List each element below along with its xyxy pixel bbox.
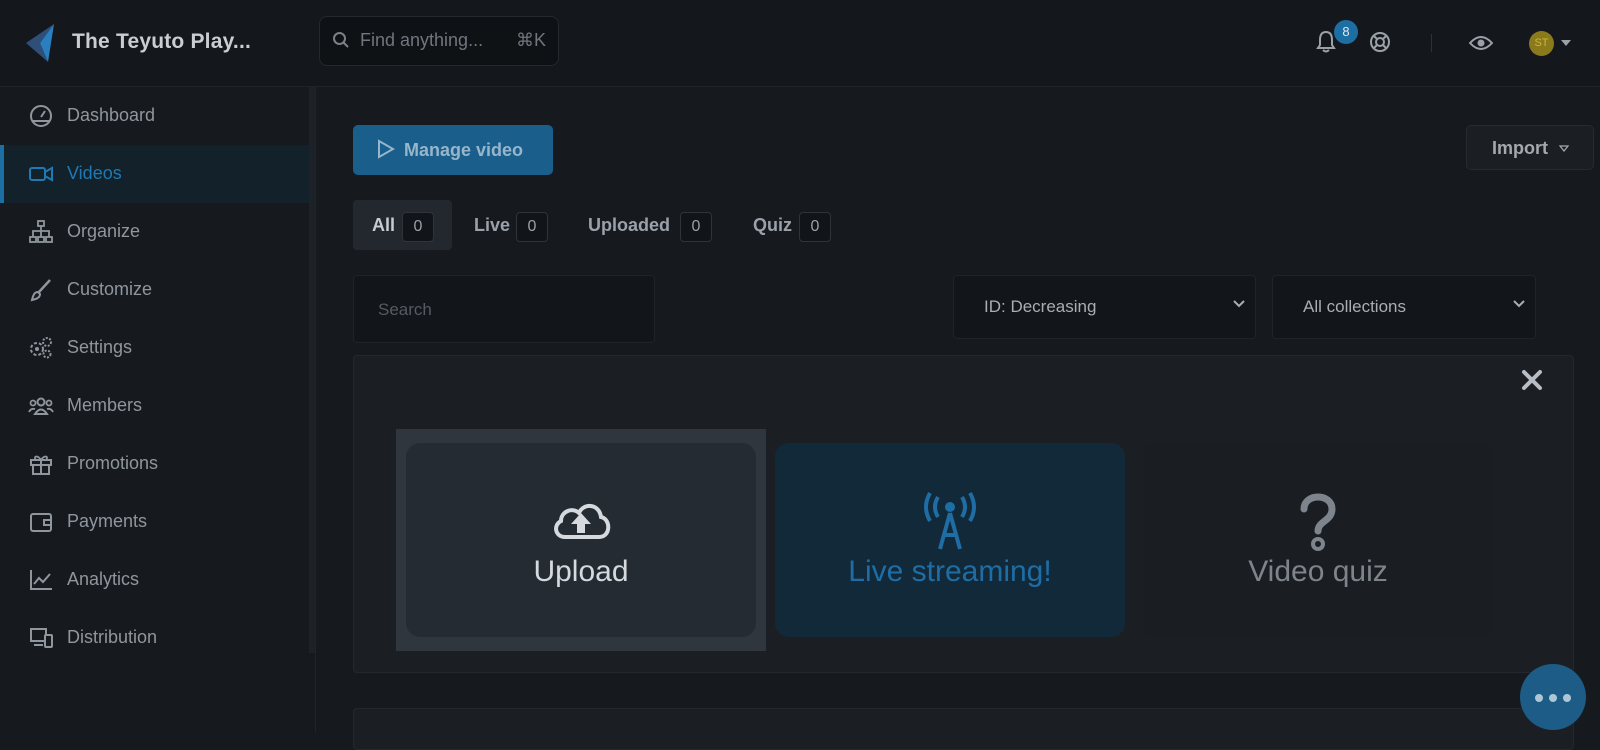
brush-icon (30, 279, 51, 302)
question-icon (1300, 493, 1336, 551)
upload-label: Upload (533, 555, 629, 588)
sidebar-item-label: Videos (67, 163, 122, 183)
sidebar-item-payments[interactable]: Payments (0, 493, 310, 551)
sidebar-item-label: Distribution (67, 627, 158, 647)
chevron-down-icon (1513, 300, 1525, 308)
tab-count: 0 (516, 212, 548, 242)
sidebar-item-promotions[interactable]: Promotions (0, 435, 310, 493)
tab-count: 0 (680, 212, 712, 242)
global-search-input[interactable]: Find anything... ⌘K (319, 16, 559, 66)
manage-video-label: Manage video (404, 140, 524, 160)
broadcast-tower-icon (924, 492, 976, 550)
tab-all[interactable]: All 0 (353, 200, 452, 250)
tab-label: Live (474, 215, 511, 235)
sidebar-item-organize[interactable]: Organize (0, 203, 310, 261)
sidebar-item-customize[interactable]: Customize (0, 261, 310, 319)
sidebar-item-label: Members (67, 395, 143, 415)
sidebar-item-dashboard[interactable]: Dashboard (0, 87, 310, 145)
tab-uploaded[interactable]: Uploaded 0 (578, 200, 718, 250)
sidebar-item-label: Analytics (67, 569, 140, 589)
sidebar-item-label: Payments (67, 511, 148, 531)
caret-down-icon (1559, 145, 1569, 152)
chat-dot (1563, 694, 1571, 702)
tab-quiz[interactable]: Quiz 0 (744, 200, 839, 250)
tab-label: Quiz (753, 215, 792, 235)
sidebar-item-label: Customize (67, 279, 153, 299)
sidebar-item-label: Dashboard (67, 105, 156, 125)
chat-dot (1535, 694, 1543, 702)
header-divider (1431, 34, 1432, 52)
notification-badge: 8 (1334, 20, 1358, 44)
tab-count: 0 (402, 212, 434, 242)
video-quiz-card[interactable]: Video quiz (1143, 443, 1493, 637)
close-icon[interactable] (1520, 368, 1544, 392)
chat-button[interactable] (1520, 664, 1586, 730)
sidebar: Dashboard Videos Organize Customize Sett… (0, 87, 310, 733)
sidebar-item-label: Promotions (67, 453, 159, 473)
sitemap-icon (29, 220, 53, 243)
lifebuoy-icon[interactable] (1369, 31, 1391, 53)
brand-name[interactable]: The Teyuto Play... (72, 30, 251, 54)
sort-select[interactable]: ID: Decreasing (953, 275, 1256, 339)
import-label: Import (1492, 138, 1548, 158)
live-streaming-card[interactable]: Live streaming! (775, 443, 1125, 637)
users-icon (28, 397, 54, 415)
sidebar-item-members[interactable]: Members (0, 377, 310, 435)
devices-icon (30, 628, 53, 648)
chart-line-icon (30, 570, 52, 590)
tab-count: 0 (799, 212, 831, 242)
tab-label: All (372, 215, 396, 235)
chevron-down-icon[interactable] (1561, 40, 1571, 46)
video-quiz-label: Video quiz (1248, 555, 1388, 588)
sidebar-item-label: Settings (67, 337, 133, 357)
sidebar-item-settings[interactable]: Settings (0, 319, 310, 377)
collection-select[interactable]: All collections (1272, 275, 1536, 339)
logo-icon[interactable] (26, 24, 56, 62)
tab-label: Uploaded (588, 215, 671, 235)
upload-card[interactable]: Upload (406, 443, 756, 637)
live-streaming-label: Live streaming! (848, 555, 1052, 588)
video-list-panel (353, 708, 1574, 750)
speedometer-icon (30, 105, 52, 127)
video-search-input[interactable]: Search (353, 275, 655, 343)
search-shortcut: ⌘K (515, 30, 546, 50)
chat-dot (1549, 694, 1557, 702)
import-button[interactable]: Import (1466, 125, 1594, 170)
play-icon (378, 139, 395, 159)
sidebar-item-distribution[interactable]: Distribution (0, 609, 310, 667)
sort-select-value: ID: Decreasing (984, 297, 1097, 316)
chevron-down-icon (1233, 300, 1245, 308)
collection-select-value: All collections (1303, 297, 1406, 316)
main-divider (315, 87, 316, 733)
gift-icon (30, 455, 52, 475)
sidebar-item-analytics[interactable]: Analytics (0, 551, 310, 609)
search-icon (333, 32, 349, 48)
wallet-icon (30, 513, 52, 532)
eye-icon[interactable] (1469, 34, 1493, 52)
gears-icon (30, 337, 52, 359)
video-camera-icon (29, 166, 53, 182)
sidebar-item-label: Organize (67, 221, 141, 241)
tab-live[interactable]: Live 0 (466, 200, 556, 250)
avatar[interactable]: ST (1529, 31, 1554, 56)
video-search-placeholder: Search (378, 300, 432, 319)
search-placeholder: Find anything... (360, 30, 484, 50)
manage-video-button[interactable]: Manage video (353, 125, 553, 175)
cloud-upload-icon (554, 504, 611, 539)
top-bar: The Teyuto Play... Find anything... ⌘K 8… (0, 0, 1600, 87)
sidebar-item-videos[interactable]: Videos (0, 145, 310, 203)
